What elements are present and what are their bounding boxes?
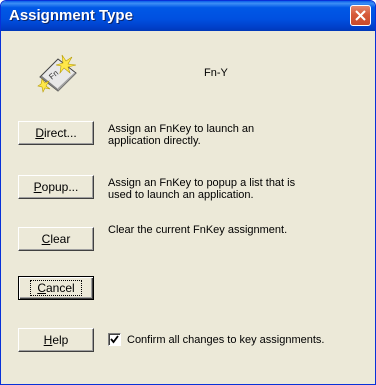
title-bar[interactable]: Assignment Type: [1, 1, 375, 31]
popup-label: opup...: [41, 180, 79, 194]
direct-accelerator: D: [35, 126, 44, 140]
cancel-focus-rect: Cancel: [30, 280, 82, 296]
fn-key-icon: Fn: [37, 54, 77, 93]
confirm-checkbox-label[interactable]: Confirm all changes to key assignments.: [127, 334, 324, 346]
popup-description-line1: Assign an FnKey to popup a list that is: [108, 177, 296, 189]
close-button[interactable]: [350, 5, 371, 26]
popup-description: Assign an FnKey to popup a list that is …: [108, 177, 358, 201]
direct-description-line1: Assign an FnKey to launch an: [108, 123, 255, 135]
cancel-label: ancel: [45, 281, 75, 295]
key-label: Fn-Y: [204, 67, 228, 79]
popup-description-line2: used to launch an application.: [108, 189, 254, 201]
help-label: elp: [52, 333, 69, 347]
direct-button[interactable]: Direct...: [18, 121, 94, 145]
clear-description: Clear the current FnKey assignment.: [108, 224, 288, 236]
close-icon: [355, 10, 366, 21]
checkmark-icon: [110, 335, 119, 344]
clear-button[interactable]: Clear: [18, 227, 94, 251]
cancel-accelerator: C: [37, 281, 46, 295]
clear-label: lear: [50, 232, 71, 246]
popup-button[interactable]: Popup...: [18, 175, 94, 199]
dialog-body: Fn Fn-Y Direct... Assign an FnKey to lau…: [4, 31, 372, 381]
direct-label: irect...: [44, 126, 77, 140]
popup-accelerator: P: [33, 180, 42, 194]
assignment-type-dialog: Assignment Type Fn Fn-Y Direct... Assign…: [0, 0, 376, 385]
direct-description: Assign an FnKey to launch an application…: [108, 123, 358, 147]
help-button[interactable]: Help: [18, 328, 94, 352]
window-title: Assignment Type: [9, 7, 133, 24]
confirm-checkbox[interactable]: [108, 333, 121, 346]
direct-description-line2: application directly.: [108, 135, 201, 147]
cancel-button[interactable]: Cancel: [18, 276, 94, 300]
